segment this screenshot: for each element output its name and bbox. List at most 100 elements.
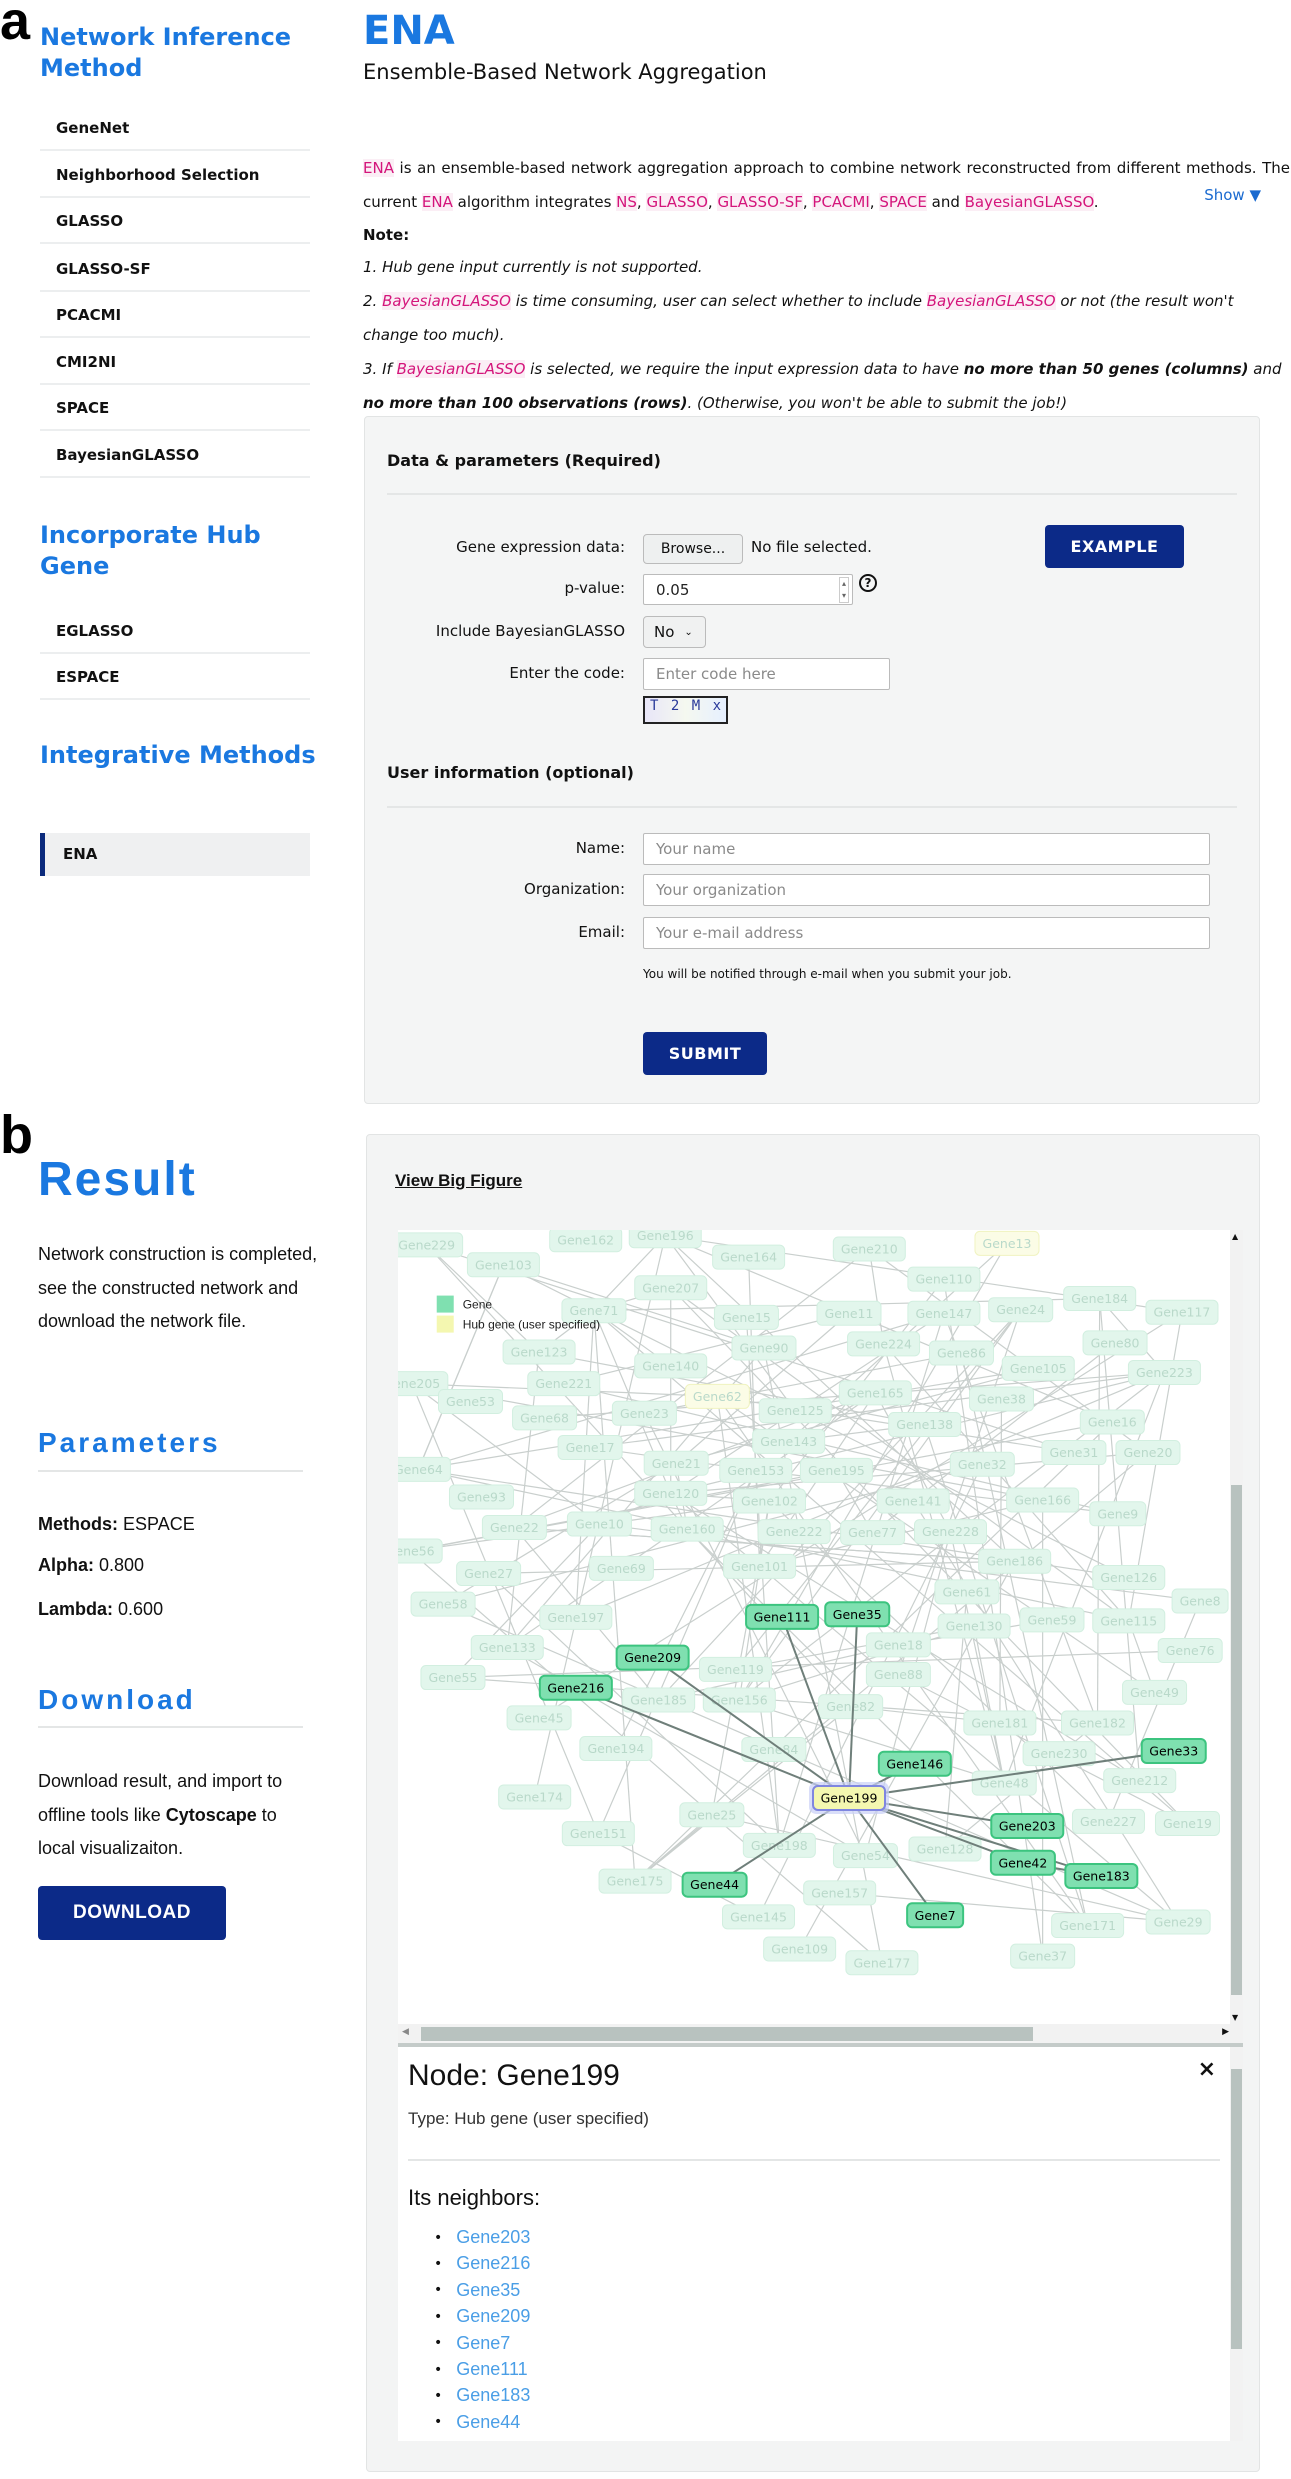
sidebar-item-ena[interactable]: ENA	[40, 833, 310, 876]
neighbor-item: • Gene203	[434, 2227, 530, 2248]
faded-node-label: Gene37	[1018, 1949, 1067, 1964]
bayesian-label: Include BayesianGLASSO	[435, 622, 625, 640]
code-input[interactable]: Enter code here	[643, 658, 890, 690]
divider	[38, 1726, 303, 1728]
faded-node-label: Gene126	[1100, 1570, 1157, 1585]
bayesian-select[interactable]: No ⌄	[643, 616, 706, 648]
code-label: Enter the code:	[509, 664, 625, 682]
text-segment: is time consuming, user can select wheth…	[510, 292, 927, 310]
organization-input[interactable]: Your organization	[643, 874, 1210, 906]
faded-node-label: Gene143	[760, 1434, 817, 1449]
faded-node-label: Gene45	[515, 1710, 564, 1725]
scrollbar-thumb[interactable]	[1231, 1485, 1242, 1995]
faded-node-label: Gene25	[687, 1807, 736, 1822]
neighbor-link[interactable]: Gene216	[456, 2253, 530, 2274]
param-key: Lambda:	[38, 1599, 114, 1619]
divider	[387, 806, 1237, 808]
method-highlight: GLASSO	[646, 193, 708, 211]
sidebar-item[interactable]: GLASSO-SF	[40, 246, 310, 292]
show-toggle-link[interactable]: Show ▼	[1204, 186, 1261, 204]
neighbor-link[interactable]: Gene203	[456, 2227, 530, 2248]
email-input[interactable]: Your e-mail address	[643, 917, 1210, 949]
name-input[interactable]: Your name	[643, 833, 1210, 865]
faded-node-label: Gene140	[642, 1358, 699, 1373]
faded-node-label: Gene27	[464, 1566, 513, 1581]
pvalue-input[interactable]: 0.05 ▴ ▾	[643, 574, 853, 605]
bullet-icon: •	[434, 2229, 443, 2246]
view-big-figure-link[interactable]: View Big Figure	[395, 1171, 522, 1191]
gene-node-label: Gene44	[690, 1877, 739, 1892]
faded-node-label: Gene164	[720, 1250, 777, 1265]
close-icon[interactable]: ×	[1198, 2057, 1216, 2082]
pvalue-label: p-value:	[564, 579, 625, 597]
vertical-scrollbar[interactable]: ▲ ▼	[1230, 1230, 1243, 2024]
scroll-left-icon[interactable]: ◀	[402, 2027, 409, 2037]
sidebar-item[interactable]: GeneNet	[40, 105, 310, 151]
panel-label-a: a	[0, 0, 31, 51]
legend-hub-swatch	[436, 1315, 454, 1333]
param-methods: Methods: ESPACE	[38, 1514, 195, 1535]
neighbor-link[interactable]: Gene44	[456, 2412, 520, 2433]
sidebar-item[interactable]: EGLASSO	[40, 608, 310, 654]
scroll-up-icon[interactable]: ▲	[1232, 1232, 1238, 1241]
sidebar-item[interactable]: PCACMI	[40, 292, 310, 338]
sidebar-item[interactable]: Neighborhood Selection	[40, 152, 310, 198]
faded-node-label: Gene88	[874, 1667, 923, 1682]
faded-node-label: Gene54	[841, 1848, 890, 1863]
faded-node-label: Gene93	[457, 1489, 506, 1504]
faded-node-label: Gene230	[1031, 1746, 1088, 1761]
help-icon[interactable]: ?	[859, 574, 877, 592]
legend-label: Gene	[463, 1298, 493, 1312]
faded-node-label: Gene15	[722, 1310, 771, 1325]
download-text: Download result, and import to offline t…	[38, 1771, 283, 1858]
sidebar-item[interactable]: SPACE	[40, 385, 310, 431]
method-highlight: PCACMI	[812, 193, 870, 211]
sidebar-item[interactable]: CMI2NI	[40, 339, 310, 385]
submit-button[interactable]: SUBMIT	[643, 1032, 767, 1075]
faded-node-label: Gene69	[597, 1561, 646, 1576]
node-panel-scrollbar[interactable]	[1230, 2047, 1243, 2441]
network-graph[interactable]: Gene229 Gene162 Gene196 Gene103 Gene164 Gene2…	[398, 1230, 1230, 2024]
neighbor-link[interactable]: Gene7	[456, 2333, 510, 2354]
scroll-down-icon[interactable]: ▼	[1232, 2013, 1238, 2022]
pvalue-value: 0.05	[656, 580, 690, 599]
neighbor-link[interactable]: Gene209	[456, 2306, 530, 2327]
sidebar-item[interactable]: GLASSO	[40, 198, 310, 244]
faded-node-label: Gene71	[569, 1303, 618, 1318]
scrollbar-thumb[interactable]	[421, 2027, 1033, 2041]
faded-node-label: Gene16	[1088, 1414, 1137, 1429]
sidebar-item[interactable]: BayesianGLASSO	[40, 432, 310, 478]
scrollbar-thumb[interactable]	[1231, 2069, 1242, 2349]
browse-button[interactable]: Browse...	[643, 534, 743, 564]
gene-node-label: Gene111	[754, 1609, 811, 1624]
network-canvas[interactable]: Gene229 Gene162 Gene196 Gene103 Gene164 Gene2…	[398, 1230, 1230, 2024]
download-button[interactable]: DOWNLOAD	[38, 1886, 226, 1940]
faded-node-label: Gene103	[475, 1257, 532, 1272]
sidebar-item[interactable]: ESPACE	[40, 654, 310, 700]
neighbor-link[interactable]: Gene35	[456, 2280, 520, 2301]
bullet-icon: •	[434, 2414, 443, 2431]
email-label: Email:	[578, 923, 625, 941]
gene-node-label: Gene203	[999, 1819, 1056, 1834]
node-title: Node: Gene199	[408, 2059, 620, 2092]
faded-node-label: Gene157	[811, 1885, 868, 1900]
bullet-icon: •	[434, 2387, 443, 2404]
page-title: ENA	[363, 8, 455, 54]
horizontal-scrollbar[interactable]: ◀ ▶	[398, 2024, 1243, 2043]
note-line-2: 2. BayesianGLASSO is time consuming, use…	[363, 284, 1290, 352]
faded-node-label: Gene177	[853, 1955, 910, 1970]
faded-node-label: Gene61	[942, 1584, 991, 1599]
text-segment: ,	[802, 193, 813, 211]
faded-edge	[868, 1248, 885, 1344]
result-title: Result	[38, 1153, 197, 1206]
sidebar-heading-integrative: Integrative Methods	[40, 741, 316, 769]
faded-node-label: Gene9	[1097, 1506, 1138, 1521]
example-button[interactable]: EXAMPLE	[1045, 525, 1184, 568]
divider	[38, 1470, 303, 1472]
neighbor-item: • Gene35	[434, 2280, 520, 2301]
scroll-right-icon[interactable]: ▶	[1222, 2027, 1229, 2037]
neighbor-link[interactable]: Gene183	[456, 2385, 530, 2406]
faded-node-label: Gene195	[808, 1463, 865, 1478]
stepper-arrows-icon[interactable]: ▴ ▾	[839, 577, 849, 603]
neighbor-link[interactable]: Gene111	[456, 2359, 527, 2380]
